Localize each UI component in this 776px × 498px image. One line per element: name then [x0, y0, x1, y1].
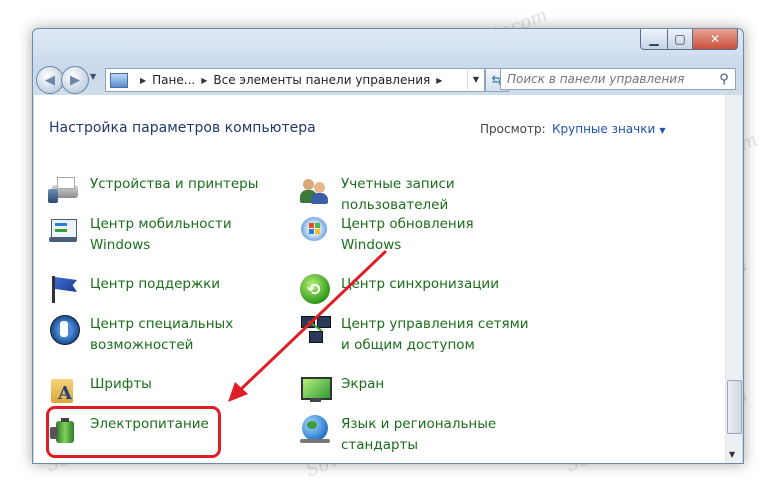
annotation-arrow [228, 250, 387, 402]
